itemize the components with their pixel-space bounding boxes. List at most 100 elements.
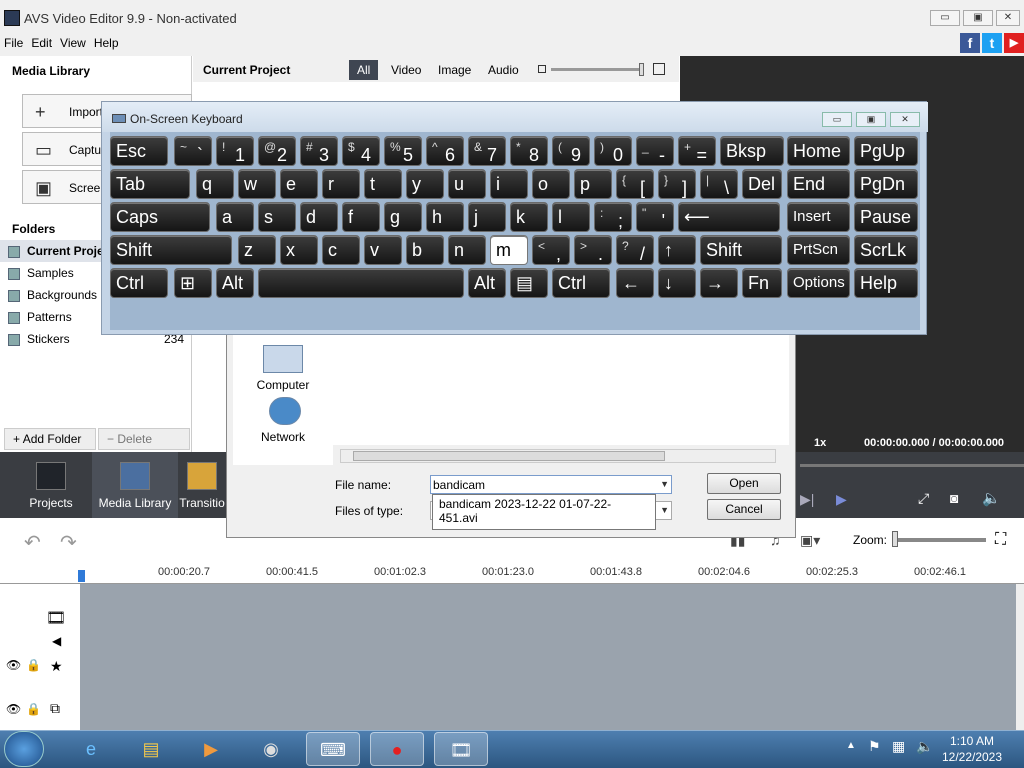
lock-icon[interactable]: 🔒: [26, 702, 41, 716]
undo-icon[interactable]: ↶: [24, 530, 41, 555]
file-name-input[interactable]: bandicam ▼: [430, 475, 672, 494]
key-symbol[interactable]: ↑: [658, 235, 696, 265]
key-symbol[interactable]: ^ 6: [426, 136, 464, 166]
system-clock[interactable]: 1:10 AM 12/22/2023: [930, 733, 1014, 765]
key-bksp[interactable]: Bksp: [720, 136, 784, 166]
key-symbol[interactable]: ~ `: [174, 136, 212, 166]
key-esc[interactable]: Esc: [110, 136, 168, 166]
key-symbol[interactable]: $4: [342, 136, 380, 166]
key-help[interactable]: Help: [854, 268, 918, 298]
key-symbol[interactable]: <,: [532, 235, 570, 265]
key-f[interactable]: f: [342, 202, 380, 232]
key-scrlk[interactable]: ScrLk: [854, 235, 918, 265]
visibility-icon[interactable]: 👁: [6, 702, 21, 716]
twitter-icon[interactable]: t: [982, 33, 1002, 53]
thumb-size-slider[interactable]: [551, 68, 643, 71]
key-g[interactable]: g: [384, 202, 422, 232]
key-symbol[interactable]: →: [700, 268, 738, 298]
key-symbol[interactable]: ) 0: [594, 136, 632, 166]
network-icon[interactable]: [269, 397, 301, 425]
key-symbol[interactable]: ? /: [616, 235, 654, 265]
close-button[interactable]: ✕: [996, 10, 1020, 26]
key-symbol[interactable]: | \: [700, 169, 738, 199]
tab-image[interactable]: Image: [430, 60, 479, 80]
tab-media-library[interactable]: Media Library: [92, 452, 178, 518]
key-symbol[interactable]: ↓: [658, 268, 696, 298]
key-insert[interactable]: Insert: [787, 202, 850, 232]
menu-help[interactable]: Help: [90, 37, 123, 49]
key-p[interactable]: p: [574, 169, 612, 199]
thumb-large-icon[interactable]: [653, 63, 665, 75]
key-pgdn[interactable]: PgDn: [854, 169, 918, 199]
osk-close-button[interactable]: ✕: [890, 112, 920, 127]
key-r[interactable]: r: [322, 169, 360, 199]
key-symbol[interactable]: " ': [636, 202, 674, 232]
key-symbol[interactable]: + =: [678, 136, 716, 166]
zoom-handle[interactable]: [892, 531, 898, 547]
fullscreen-icon[interactable]: ⤢: [918, 490, 929, 507]
playback-speed[interactable]: 1x: [814, 437, 826, 449]
delete-folder-button[interactable]: − Delete Folder: [98, 428, 190, 466]
chevron-down-icon[interactable]: ▼: [660, 479, 669, 489]
add-folder-button[interactable]: + Add Folder: [4, 428, 96, 450]
timeline-tracks[interactable]: [80, 584, 1016, 730]
cancel-button[interactable]: Cancel: [707, 499, 781, 520]
tray-expand-icon[interactable]: ▲: [846, 740, 856, 751]
tray-flag-icon[interactable]: ⚑: [868, 738, 881, 755]
key-pgup[interactable]: PgUp: [854, 136, 918, 166]
osk-taskbar-icon[interactable]: ⌨: [306, 732, 360, 766]
key-l[interactable]: l: [552, 202, 590, 232]
menu-file[interactable]: File: [0, 37, 27, 49]
slider-handle[interactable]: [639, 63, 644, 76]
tab-transitions[interactable]: Transitio: [178, 452, 226, 518]
maximize-button[interactable]: ▣: [963, 10, 993, 26]
key-symbol[interactable]: ←: [616, 268, 654, 298]
file-list-scrollbar[interactable]: [340, 449, 776, 463]
computer-icon[interactable]: [263, 345, 303, 373]
place-computer[interactable]: Computer: [233, 378, 333, 392]
timeline-ruler[interactable]: 00:00:20.7 00:00:41.5 00:01:02.3 00:01:2…: [0, 564, 1024, 584]
key-e[interactable]: e: [280, 169, 318, 199]
bookmark-icon[interactable]: ▶: [836, 491, 847, 508]
key-d[interactable]: d: [300, 202, 338, 232]
youtube-icon[interactable]: ▶: [1004, 33, 1024, 53]
monitor-icon[interactable]: ▣▾: [800, 532, 820, 549]
key-c[interactable]: c: [322, 235, 360, 265]
tab-audio[interactable]: Audio: [480, 60, 527, 80]
minimize-button[interactable]: ▭: [930, 10, 960, 26]
key-b[interactable]: b: [406, 235, 444, 265]
key-a[interactable]: a: [216, 202, 254, 232]
key-tab[interactable]: Tab: [110, 169, 190, 199]
key-x[interactable]: x: [280, 235, 318, 265]
key-symbol[interactable]: >.: [574, 235, 612, 265]
key-q[interactable]: q: [196, 169, 234, 199]
place-network[interactable]: Network: [233, 430, 333, 444]
snapshot-icon[interactable]: ◙: [950, 490, 958, 506]
key-k[interactable]: k: [510, 202, 548, 232]
key-alt[interactable]: Alt: [216, 268, 254, 298]
visibility-icon[interactable]: 👁: [6, 658, 21, 672]
tab-video[interactable]: Video: [383, 60, 429, 80]
menu-view[interactable]: View: [56, 37, 90, 49]
redo-icon[interactable]: ↷: [60, 530, 77, 555]
key-end[interactable]: End: [787, 169, 850, 199]
key-pause[interactable]: Pause: [854, 202, 918, 232]
lock-icon[interactable]: 🔒: [26, 658, 41, 672]
key-j[interactable]: j: [468, 202, 506, 232]
key-del[interactable]: Del: [742, 169, 782, 199]
media-player-icon[interactable]: ▶: [184, 732, 238, 766]
key-symbol[interactable]: {[: [616, 169, 654, 199]
key-home[interactable]: Home: [787, 136, 850, 166]
tray-network-icon[interactable]: ▦: [892, 738, 905, 755]
tab-all[interactable]: All: [349, 60, 379, 80]
key-o[interactable]: o: [532, 169, 570, 199]
scroll-thumb[interactable]: [353, 451, 665, 461]
key-symbol[interactable]: ▤: [510, 268, 548, 298]
key-symbol[interactable]: & 7: [468, 136, 506, 166]
key-symbol[interactable]: @2: [258, 136, 296, 166]
explorer-icon[interactable]: ▤: [124, 732, 178, 766]
playhead-marker[interactable]: [78, 570, 85, 582]
key-symbol[interactable]: % 5: [384, 136, 422, 166]
thumb-small-icon[interactable]: [538, 65, 546, 73]
ie-icon[interactable]: e: [64, 732, 118, 766]
